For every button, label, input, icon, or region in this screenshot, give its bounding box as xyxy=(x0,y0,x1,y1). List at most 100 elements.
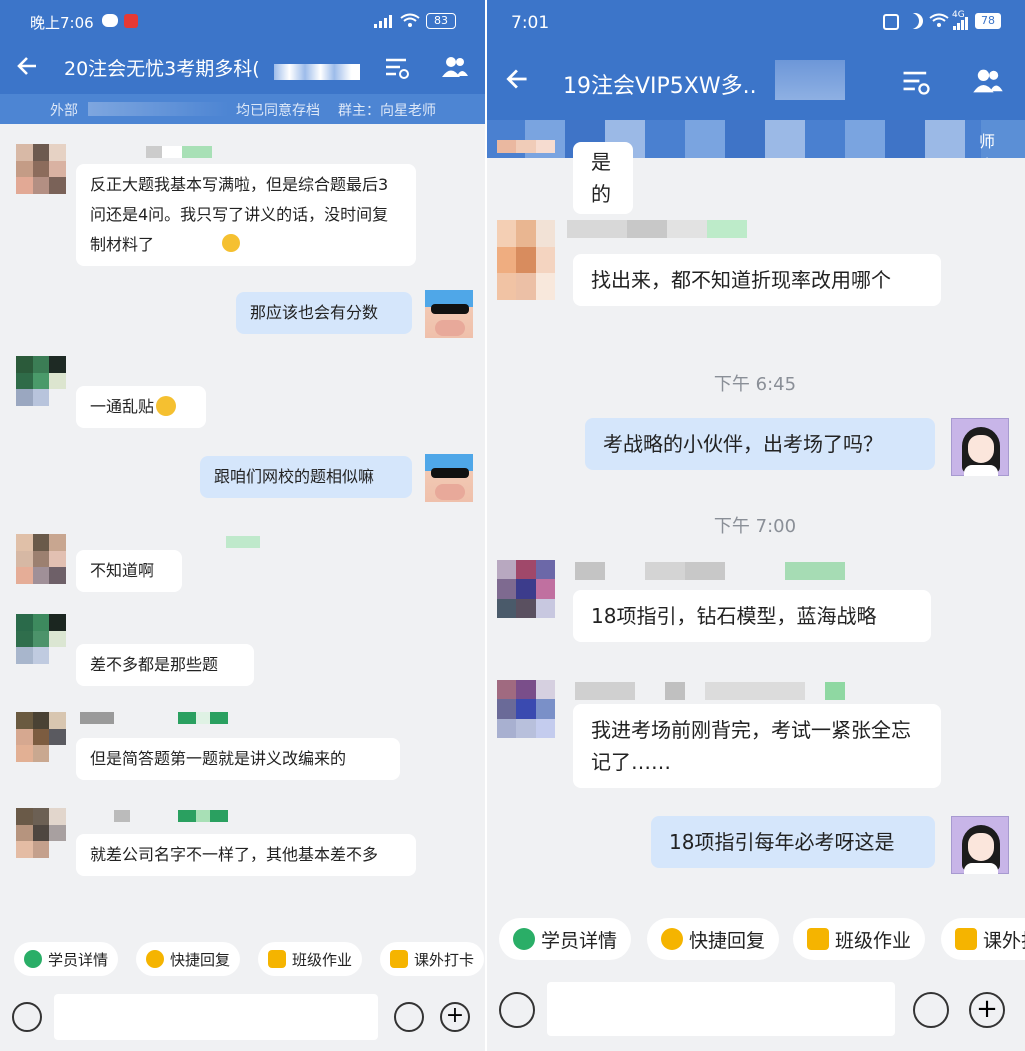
title-blur xyxy=(274,64,360,80)
avatar[interactable] xyxy=(16,534,66,584)
checkin-button[interactable]: 课外打卡 xyxy=(380,942,485,976)
emoji-icon[interactable] xyxy=(913,992,949,1028)
timestamp: 下午 6:45 xyxy=(713,374,797,395)
chip-label: 快捷回复 xyxy=(689,929,766,952)
message-bubble[interactable]: 但是简答题第一题就是讲义改编来的 xyxy=(76,738,400,780)
chat-header: 19注会VIP5XW多.. xyxy=(485,42,1025,120)
student-details-button[interactable]: 学员详情 xyxy=(499,918,632,960)
notice-label: 外部 xyxy=(50,103,78,119)
avatar[interactable] xyxy=(497,560,555,618)
message-bubble[interactable]: 反正大题我基本写满啦，但是综合题最后3问还是4问。我只写了讲义的话，没时间复制材… xyxy=(76,164,416,266)
quick-action-bar: 学员详情 快捷回复 班级作业 课外打 xyxy=(485,904,1025,974)
message-bubble[interactable]: 就差公司名字不一样了，其他基本差不多 xyxy=(76,834,416,876)
message-bubble-self[interactable]: 考战略的小伙伴，出考场了吗？ xyxy=(585,418,935,470)
avatar[interactable] xyxy=(16,614,66,664)
student-icon xyxy=(513,928,535,950)
app-badge-icon xyxy=(124,14,138,28)
avatar[interactable] xyxy=(16,356,66,406)
right-chat-screenshot: 7:01 4G 78 19注会VIP5XW多.. 师小... 是的 找出来，都不… xyxy=(485,0,1025,1051)
avatar[interactable] xyxy=(497,680,555,738)
message-bubble-self[interactable]: 那应该也会有分数 xyxy=(236,292,412,334)
self-avatar[interactable] xyxy=(425,454,473,502)
sender-name-blur xyxy=(80,536,260,548)
chat-title: 20注会无忧3考期多科( xyxy=(64,58,260,80)
chat-title: 19注会VIP5XW多.. xyxy=(563,74,757,99)
title-blur xyxy=(775,60,845,100)
chip-label: 班级作业 xyxy=(292,950,353,969)
self-avatar[interactable] xyxy=(425,290,473,338)
quick-reply-button[interactable]: 快捷回复 xyxy=(647,918,780,960)
sender-name-blur xyxy=(567,220,747,238)
quick-action-bar: 学员详情 快捷回复 班级作业 课外打卡 xyxy=(0,930,485,990)
avatar[interactable] xyxy=(16,144,66,194)
voice-icon[interactable] xyxy=(499,992,535,1028)
message-input[interactable] xyxy=(547,982,895,1036)
status-bar: 晚上7:06 83 xyxy=(0,0,485,42)
chip-label: 班级作业 xyxy=(835,929,912,952)
student-details-button[interactable]: 学员详情 xyxy=(14,942,119,976)
homework-icon xyxy=(268,950,286,968)
quick-reply-button[interactable]: 快捷回复 xyxy=(136,942,241,976)
battery-icon: 83 xyxy=(426,13,456,29)
voice-icon[interactable] xyxy=(12,1002,42,1032)
checkin-button[interactable]: 课外打 xyxy=(941,918,1025,960)
message-bubble[interactable]: 是的 xyxy=(573,142,633,214)
message-bubble[interactable]: 差不多都是那些题 xyxy=(76,644,254,686)
notice-text: 均已同意存档 xyxy=(236,103,320,119)
group-notice-bar[interactable]: 外部 均已同意存档 群主：向星老师 xyxy=(0,94,485,124)
members-icon[interactable] xyxy=(971,64,1005,98)
group-settings-icon[interactable] xyxy=(899,64,933,98)
members-icon[interactable] xyxy=(440,52,470,82)
input-bar: + xyxy=(485,974,1025,1051)
message-bubble[interactable]: 一通乱贴 xyxy=(76,386,206,428)
sender-name-blur xyxy=(575,562,845,580)
moon-icon xyxy=(907,13,923,29)
laugh-emoji-icon xyxy=(222,234,240,252)
checkin-icon xyxy=(390,950,408,968)
message-bubble-self[interactable]: 18项指引每年必考呀这是 xyxy=(651,816,935,868)
sender-name-blur xyxy=(146,146,212,158)
student-icon xyxy=(24,950,42,968)
chat-header: 20注会无忧3考期多科( xyxy=(0,42,485,94)
message-bubble[interactable]: 18项指引，钻石模型，蓝海战略 xyxy=(573,590,931,642)
message-bubble[interactable]: 找出来，都不知道折现率改用哪个 xyxy=(573,254,941,306)
message-bubble-self[interactable]: 跟咱们网校的题相似嘛 xyxy=(200,456,412,498)
panel-divider xyxy=(485,0,487,1051)
quick-reply-icon xyxy=(146,950,164,968)
left-chat-screenshot: 晚上7:06 83 20注会无忧3考期多科( 外部 均已同意存档 群主：向星老师… xyxy=(0,0,485,1051)
sender-name-blur xyxy=(80,712,228,724)
avatar[interactable] xyxy=(16,808,66,858)
plus-icon[interactable]: + xyxy=(440,1002,470,1032)
self-avatar[interactable] xyxy=(951,418,1009,476)
chip-label: 快捷回复 xyxy=(170,950,231,969)
signal-icon xyxy=(953,16,969,34)
self-avatar[interactable] xyxy=(951,816,1009,874)
chip-label: 学员详情 xyxy=(541,929,618,952)
notice-owner: 群主：向星老师 xyxy=(338,103,436,119)
avatar[interactable] xyxy=(497,140,555,180)
chip-label: 课外打 xyxy=(983,929,1025,952)
quick-reply-icon xyxy=(661,928,683,950)
wechat-icon xyxy=(102,14,118,27)
message-input[interactable] xyxy=(54,994,378,1040)
sender-name-blur xyxy=(575,682,845,700)
back-arrow-icon[interactable] xyxy=(503,64,533,94)
back-arrow-icon[interactable] xyxy=(14,52,42,80)
battery-icon: 78 xyxy=(975,13,1001,29)
class-homework-button[interactable]: 班级作业 xyxy=(793,918,926,960)
status-bar: 7:01 4G 78 xyxy=(485,0,1025,42)
avatar[interactable] xyxy=(16,712,66,762)
message-list[interactable]: 是的 找出来，都不知道折现率改用哪个 下午 6:45 考战略的小伙伴，出考场了吗… xyxy=(485,120,1025,902)
emoji-icon[interactable] xyxy=(394,1002,424,1032)
message-bubble[interactable]: 不知道啊 xyxy=(76,550,182,592)
plus-icon[interactable]: + xyxy=(969,992,1005,1028)
grin-emoji-icon xyxy=(156,396,177,416)
status-time: 7:01 xyxy=(511,13,550,33)
group-settings-icon[interactable] xyxy=(382,52,412,82)
avatar[interactable] xyxy=(497,220,555,300)
wifi-icon xyxy=(929,13,949,32)
message-list[interactable]: 反正大题我基本写满啦，但是综合题最后3问还是4问。我只写了讲义的话，没时间复制材… xyxy=(0,124,485,930)
message-bubble[interactable]: 我进考场前刚背完，考试一紧张全忘记了…… xyxy=(573,704,941,788)
class-homework-button[interactable]: 班级作业 xyxy=(258,942,363,976)
input-bar: + xyxy=(0,990,485,1051)
